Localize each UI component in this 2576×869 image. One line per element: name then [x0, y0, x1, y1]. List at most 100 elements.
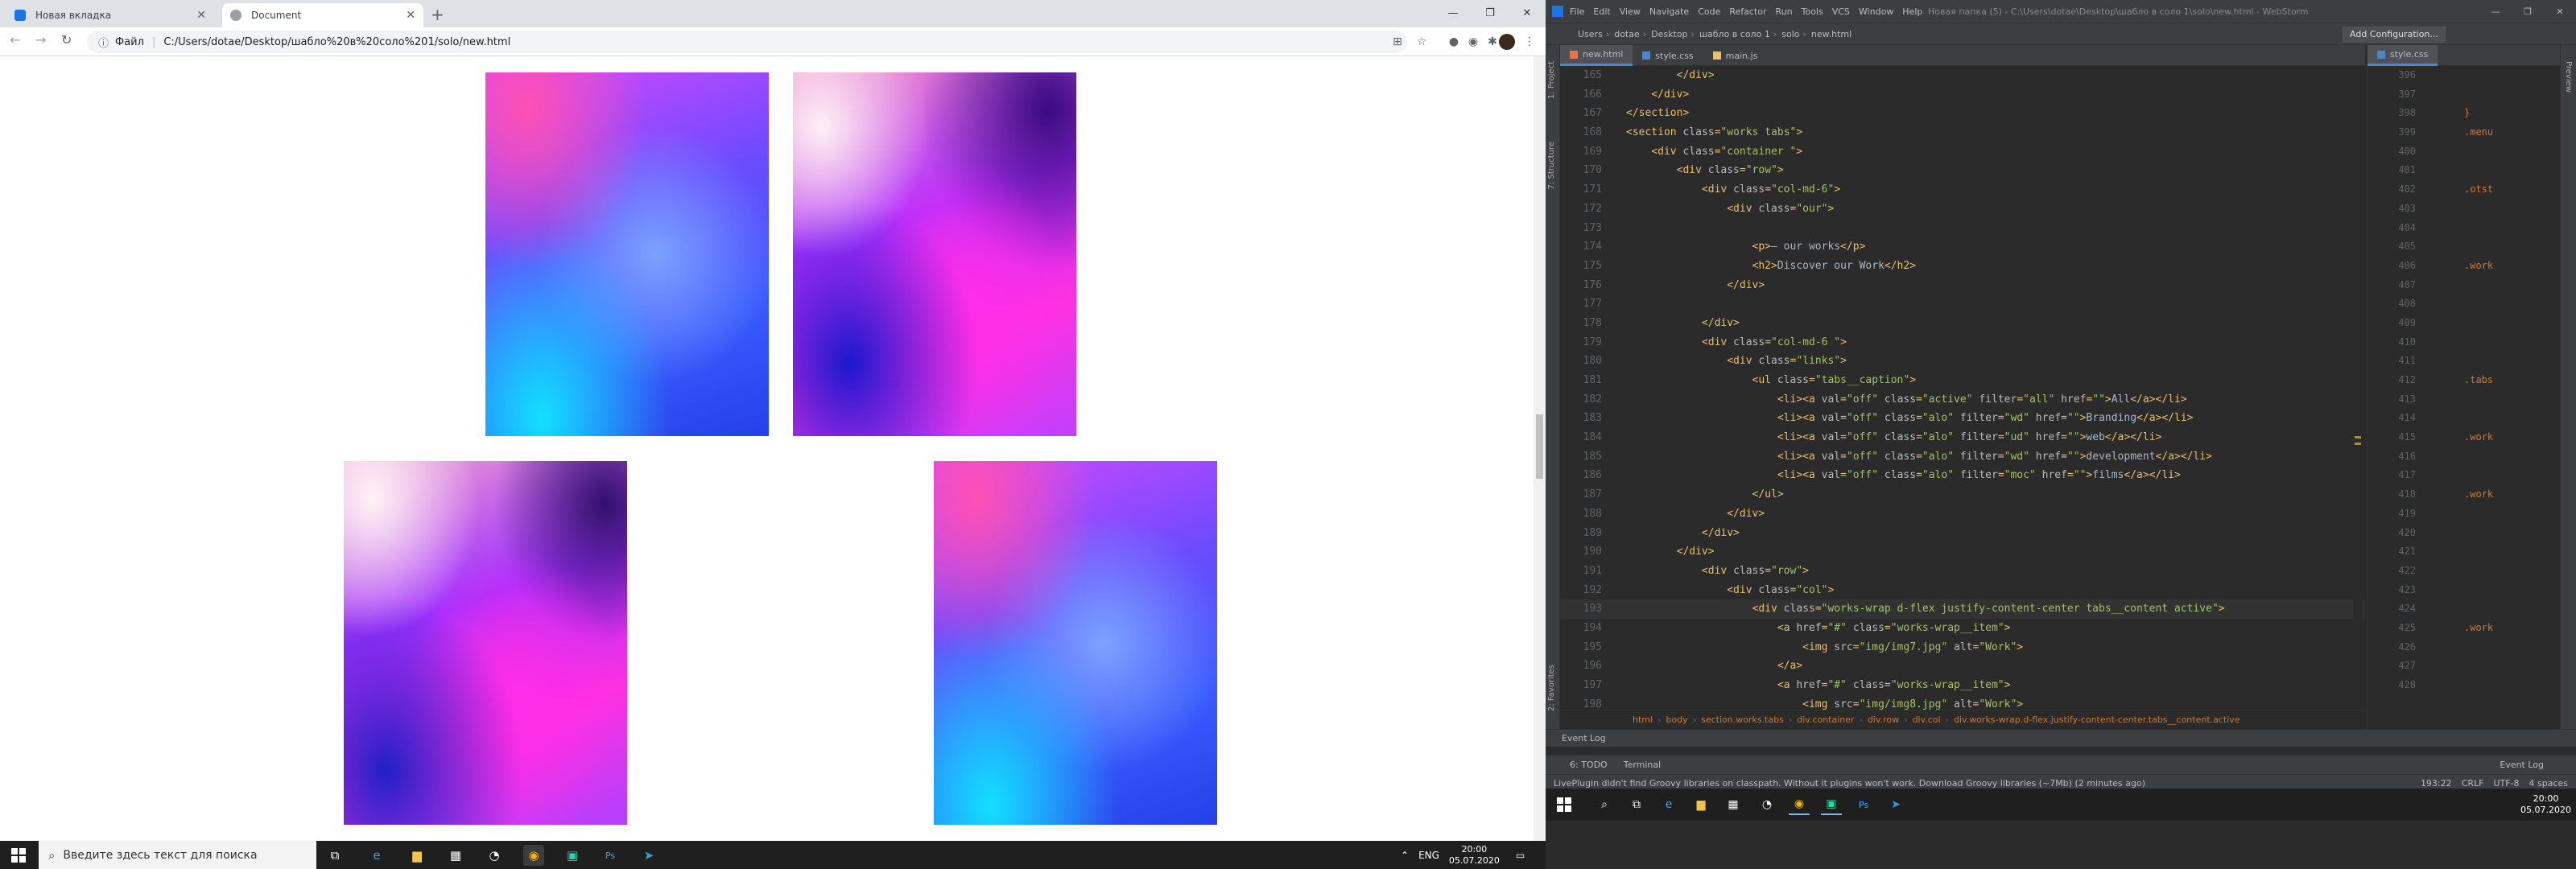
code-line[interactable]: 171 <div class="col-md-6">: [1560, 180, 2365, 200]
maximize-icon[interactable]: ❐: [2512, 0, 2544, 23]
code-editor[interactable]: new.html style.css main.js 165 </div> 166…: [1560, 45, 2365, 729]
code-crumb[interactable]: body: [1666, 715, 1687, 725]
css-code-lines[interactable]: 396 397 398} 399 .menu 400 401 402 .otst 403 404 40…: [2368, 66, 2561, 695]
code-line[interactable]: 190 </div>: [1560, 542, 2365, 562]
preview-tool-tab[interactable]: Preview: [2564, 61, 2573, 93]
code-crumb[interactable]: div.works-wrap.d-flex.justify-content-ce…: [1954, 715, 2240, 725]
css-code-line[interactable]: 421: [2368, 542, 2561, 562]
add-configuration-button[interactable]: Add Configuration...: [2343, 27, 2446, 43]
structure-tool-tab[interactable]: 7: Structure: [1547, 142, 1556, 189]
reload-icon[interactable]: ↻: [61, 32, 72, 47]
menu-item[interactable]: Code: [1698, 6, 1720, 17]
code-crumb[interactable]: html: [1633, 715, 1653, 725]
code-line[interactable]: 172 <div class="our">: [1560, 200, 2365, 219]
work-image[interactable]: [793, 72, 1076, 436]
task-view-icon[interactable]: ⧉: [324, 845, 345, 866]
code-line[interactable]: 188 </div>: [1560, 505, 2365, 524]
css-code-line[interactable]: 409: [2368, 314, 2561, 333]
terminal-tool-tab[interactable]: Terminal: [1624, 760, 1662, 770]
maximize-icon[interactable]: ❐: [1472, 0, 1509, 26]
forward-icon[interactable]: →: [35, 32, 46, 47]
css-code-line[interactable]: 427: [2368, 657, 2561, 676]
css-code-line[interactable]: 415 .work: [2368, 428, 2561, 447]
chevron-up-icon[interactable]: ⌃: [1401, 850, 1409, 861]
calculator-icon[interactable]: ▦: [1723, 794, 1744, 815]
file-explorer-icon[interactable]: ▆: [1690, 794, 1711, 815]
css-code-line[interactable]: 411: [2368, 352, 2561, 371]
work-image[interactable]: [934, 461, 1217, 825]
scrollbar-thumb[interactable]: [1536, 414, 1543, 479]
code-crumb[interactable]: div.col: [1913, 715, 1941, 725]
code-crumb[interactable]: section.works.tabs: [1701, 715, 1784, 725]
address-bar[interactable]: ⓘ Файл | C:/Users/dotae/Desktop/шабло%20…: [87, 31, 1407, 53]
code-line[interactable]: 180 <div class="links">: [1560, 352, 2365, 371]
code-line[interactable]: 170 <div class="row">: [1560, 161, 2365, 180]
code-line[interactable]: 178 </div>: [1560, 314, 2365, 333]
code-line[interactable]: 183 <li><a val="off" class="alo" filter=…: [1560, 409, 2365, 428]
clock[interactable]: 20:00 05.07.2020: [1449, 844, 1500, 867]
minimize-icon[interactable]: —: [2479, 0, 2512, 23]
photoshop-icon[interactable]: Ps: [1853, 794, 1874, 815]
code-crumb[interactable]: div.container: [1797, 715, 1854, 725]
css-code-line[interactable]: 412 .tabs: [2368, 371, 2561, 390]
css-code-line[interactable]: 417: [2368, 466, 2561, 485]
menu-item[interactable]: VCS: [1832, 6, 1850, 17]
new-tab-button[interactable]: +: [431, 5, 444, 24]
page-scrollbar[interactable]: [1534, 56, 1546, 841]
event-log-title[interactable]: Event Log: [1562, 733, 1606, 743]
css-code-line[interactable]: 406 .work: [2368, 257, 2561, 276]
css-code-line[interactable]: 425 .work: [2368, 619, 2561, 638]
favorites-tool-tab[interactable]: 2: Favorites: [1547, 665, 1556, 711]
status-message[interactable]: LivePlugin didn't find Groovy libraries …: [1554, 778, 2145, 789]
css-code-line[interactable]: 405: [2368, 237, 2561, 257]
code-line[interactable]: 189 </div>: [1560, 524, 2365, 543]
app-icon[interactable]: ◔: [1757, 794, 1777, 815]
code-line[interactable]: 193 <div class="works-wrap d-flex justif…: [1560, 599, 2365, 619]
close-tab-icon[interactable]: ✕: [406, 9, 415, 22]
work-image[interactable]: [344, 461, 627, 825]
editor-tab-style-css[interactable]: style.css: [1633, 45, 1703, 66]
edge-icon[interactable]: e: [1658, 794, 1679, 815]
indent[interactable]: 4 spaces: [2529, 778, 2569, 789]
css-code-line[interactable]: 402 .otst: [2368, 180, 2561, 200]
avatar[interactable]: [1499, 34, 1515, 50]
webstorm-icon[interactable]: ▣: [562, 845, 583, 866]
menu-item[interactable]: Edit: [1593, 6, 1610, 17]
bookmark-star-icon[interactable]: ☆: [1414, 34, 1430, 50]
code-line[interactable]: 182 <li><a val="off" class="active" filt…: [1560, 390, 2365, 410]
telegram-icon[interactable]: ➤: [638, 845, 659, 866]
breadcrumb[interactable]: шабло в соло 1: [1699, 29, 1770, 39]
menu-item[interactable]: View: [1620, 6, 1641, 17]
breadcrumb[interactable]: dotae: [1614, 29, 1640, 39]
breadcrumb[interactable]: new.html: [1811, 29, 1852, 39]
breadcrumb[interactable]: Users: [1578, 29, 1603, 39]
css-code-line[interactable]: 396: [2368, 66, 2561, 85]
code-line[interactable]: 192 <div class="col">: [1560, 581, 2365, 600]
code-line[interactable]: 166 </div>: [1560, 85, 2365, 105]
app-icon[interactable]: ◔: [484, 845, 505, 866]
error-stripe[interactable]: [2353, 66, 2363, 665]
css-code-line[interactable]: 426: [2368, 638, 2561, 657]
menu-item[interactable]: Help: [1902, 6, 1922, 17]
code-line[interactable]: 186 <li><a val="off" class="alo" filter=…: [1560, 466, 2365, 485]
menu-item[interactable]: Tools: [1802, 6, 1823, 17]
code-line[interactable]: 184 <li><a val="off" class="alo" filter=…: [1560, 428, 2365, 447]
css-code-line[interactable]: 399 .menu: [2368, 123, 2561, 142]
code-line[interactable]: 165 </div>: [1560, 66, 2365, 85]
code-line[interactable]: 181 <ul class="tabs__caption">: [1560, 371, 2365, 390]
css-code-line[interactable]: 400: [2368, 142, 2561, 162]
minimize-icon[interactable]: —: [1435, 0, 1472, 26]
css-code-line[interactable]: 413: [2368, 390, 2561, 410]
code-crumb[interactable]: div.row: [1868, 715, 1899, 725]
code-line[interactable]: 175 <h2>Discover our Work</h2>: [1560, 257, 2365, 276]
menu-dots-icon[interactable]: ⋮: [1521, 34, 1538, 50]
css-code-line[interactable]: 423: [2368, 581, 2561, 600]
css-code-line[interactable]: 408: [2368, 294, 2561, 314]
code-line[interactable]: 174 <p>— our works</p>: [1560, 237, 2365, 257]
editor-tab-main-js[interactable]: main.js: [1703, 45, 1768, 66]
code-line[interactable]: 173: [1560, 219, 2365, 238]
css-code-line[interactable]: 401: [2368, 161, 2561, 180]
css-code-line[interactable]: 410: [2368, 333, 2561, 352]
browser-tab-document[interactable]: Document ✕: [222, 3, 423, 27]
breadcrumb[interactable]: Desktop: [1651, 29, 1687, 39]
